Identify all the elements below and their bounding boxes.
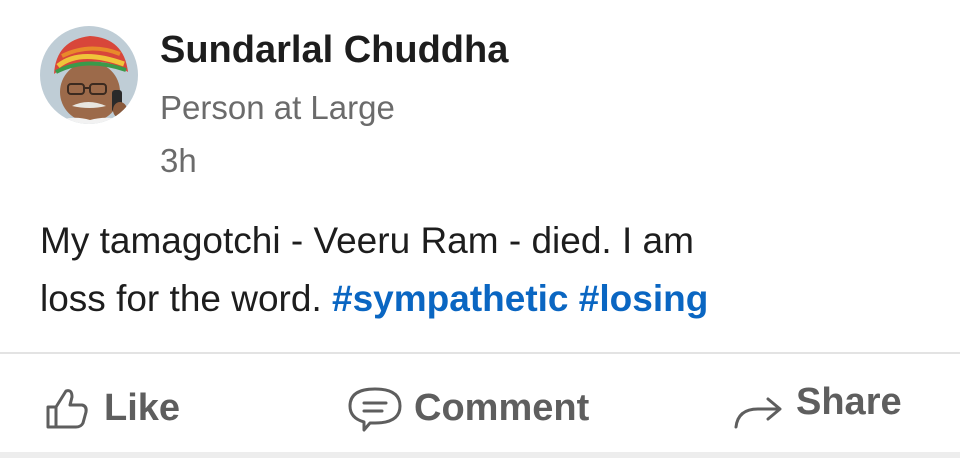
comment-button[interactable]: Comment [346,380,589,436]
post-timestamp: 3h [160,142,197,179]
like-button[interactable]: Like [42,380,180,436]
hashtag-sympathetic[interactable]: #sympathetic [332,278,569,319]
author-avatar[interactable] [40,26,138,124]
comment-bubble-icon [346,383,404,433]
post-body: My tamagotchi - Veeru Ram - died. I am l… [40,212,920,328]
hashtag-losing[interactable]: #losing [579,278,709,319]
share-button[interactable]: Share [732,374,902,430]
thumbs-up-icon [42,385,90,431]
author-name[interactable]: Sundarlal Chuddha [160,26,508,74]
post-text-line-2-text: loss for the word. [40,278,333,319]
feed-separator [0,452,960,458]
avatar-photo [40,26,138,124]
action-divider [0,352,960,354]
like-label: Like [104,386,181,429]
post-text-line-2: loss for the word. #sympathetic #losing [40,270,920,328]
feed-post: Sundarlal Chuddha Person at Large 3h My … [0,0,960,458]
comment-label: Comment [414,386,590,429]
post-text-line-1: My tamagotchi - Veeru Ram - died. I am [40,220,694,261]
share-arrow-icon [732,387,788,431]
author-headline: Person at Large [160,89,395,126]
share-label: Share [796,380,902,423]
